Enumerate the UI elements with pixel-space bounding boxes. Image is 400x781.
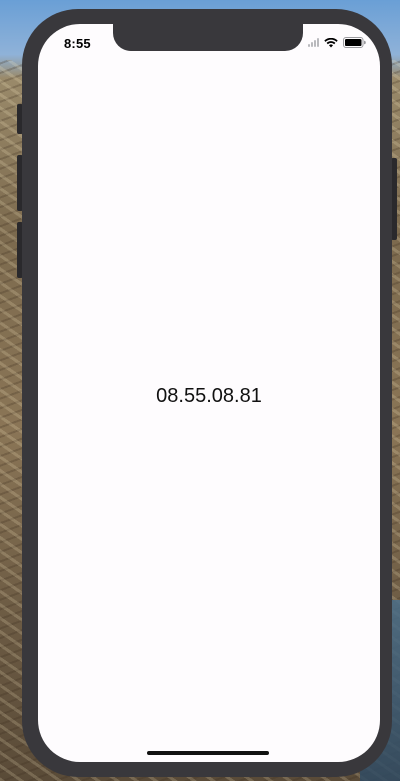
- status-time: 8:55: [64, 36, 91, 51]
- status-icons: [308, 37, 366, 48]
- wifi-icon: [324, 37, 338, 48]
- home-indicator[interactable]: [147, 751, 269, 755]
- time-readout-label: 08.55.08.81: [156, 385, 262, 407]
- device-screen: 8:55 08.55.08.81: [38, 24, 380, 762]
- cellular-signal-icon: [308, 38, 319, 47]
- notch: [113, 24, 303, 51]
- battery-icon: [343, 37, 366, 48]
